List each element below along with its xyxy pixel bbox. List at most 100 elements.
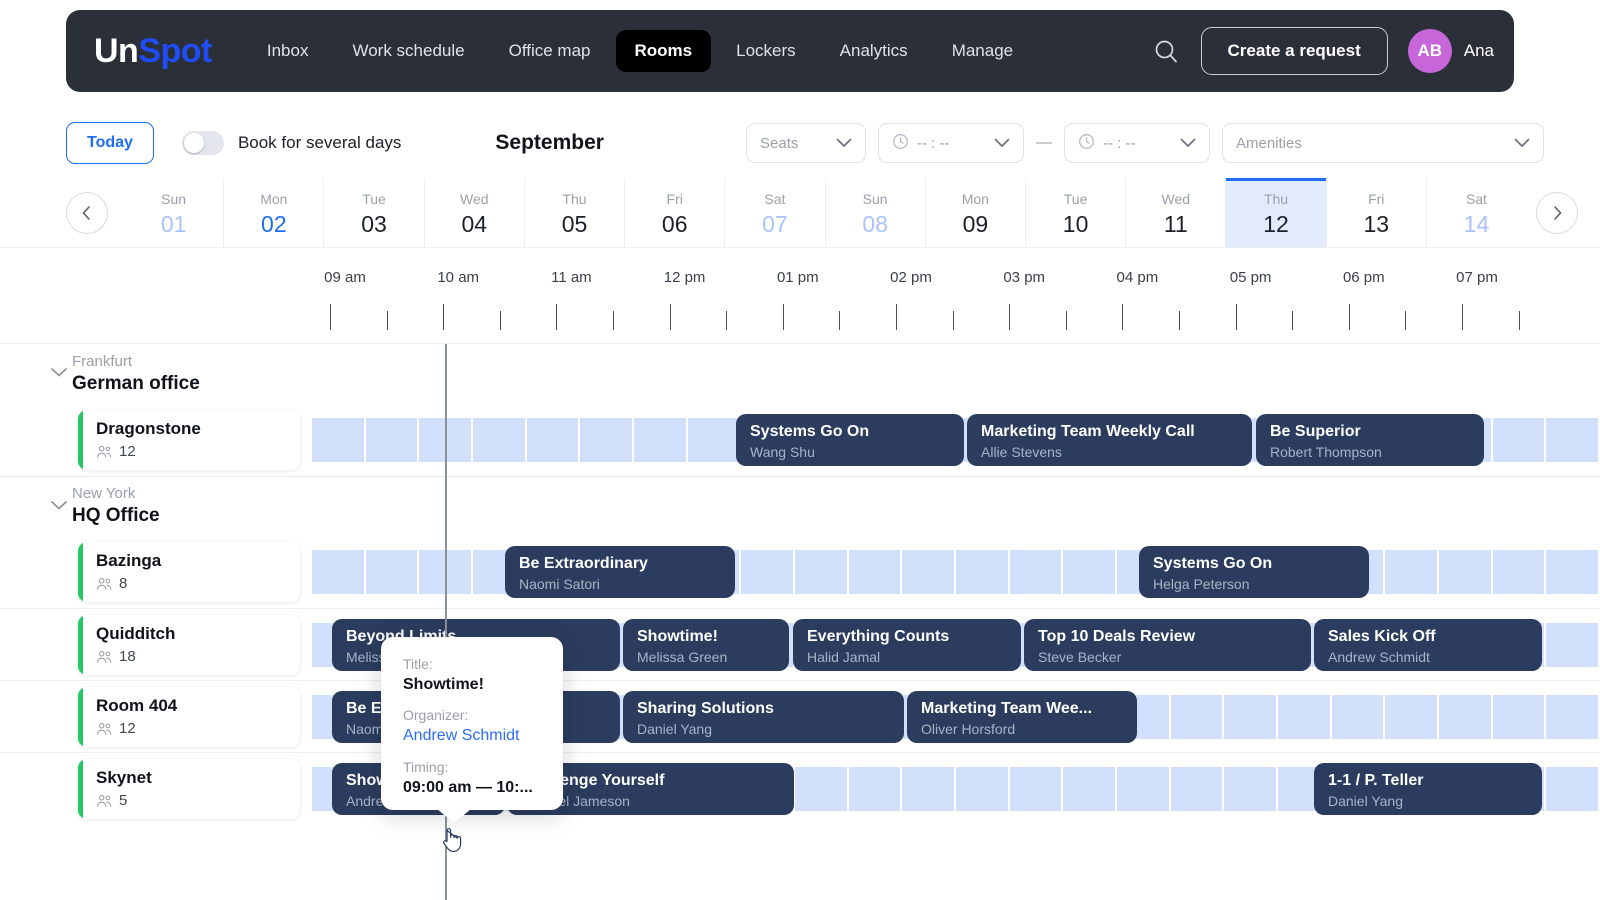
time-slot[interactable]	[1170, 767, 1223, 811]
time-slot[interactable]	[741, 550, 794, 594]
time-slot[interactable]	[1546, 623, 1599, 667]
time-slot[interactable]	[1439, 550, 1491, 594]
time-slot[interactable]	[1117, 767, 1169, 811]
day-cell-05[interactable]: Thu 05	[523, 178, 624, 247]
time-slot[interactable]	[365, 418, 418, 462]
nav-item-analytics[interactable]: Analytics	[821, 30, 927, 72]
calendar-event[interactable]: Marketing Team Weekly Call Allie Stevens	[967, 414, 1252, 466]
today-button[interactable]: Today	[66, 122, 154, 164]
day-cell-04[interactable]: Wed 04	[423, 178, 524, 247]
time-slot[interactable]	[473, 418, 525, 462]
time-slot[interactable]	[687, 418, 740, 462]
room-card-skynet[interactable]: Skynet 5	[78, 759, 300, 819]
chevron-down-icon[interactable]	[50, 498, 68, 516]
room-card-bazinga[interactable]: Bazinga 8	[78, 542, 300, 602]
book-several-days-toggle[interactable]: Book for several days	[181, 131, 401, 155]
time-slot[interactable]	[526, 418, 579, 462]
time-slot[interactable]	[580, 418, 633, 462]
time-slot[interactable]	[312, 418, 364, 462]
office-city: Frankfurt	[72, 352, 133, 370]
calendar-event[interactable]: Everything Counts Halid Jamal	[793, 619, 1021, 671]
time-slot[interactable]	[1063, 767, 1116, 811]
time-slot[interactable]	[1492, 550, 1545, 594]
amenities-select[interactable]: Amenities	[1222, 123, 1544, 163]
time-slot[interactable]	[365, 550, 418, 594]
day-cell-13[interactable]: Fri 13	[1325, 178, 1426, 247]
seats-select[interactable]: Seats	[746, 123, 866, 163]
room-card-dragonstone[interactable]: Dragonstone 12	[78, 410, 300, 470]
nav-item-lockers[interactable]: Lockers	[717, 30, 815, 72]
time-slot[interactable]	[1224, 695, 1277, 739]
prev-week-button[interactable]	[66, 191, 108, 234]
time-slot[interactable]	[1063, 550, 1116, 594]
day-cell-02[interactable]: Mon 02	[223, 178, 323, 247]
time-from-select[interactable]: -- : --	[878, 123, 1024, 163]
time-slot[interactable]	[902, 550, 955, 594]
time-slot[interactable]	[1224, 767, 1277, 811]
calendar-event[interactable]: Sales Kick Off Andrew Schmidt	[1314, 619, 1542, 671]
day-cell-01[interactable]: Sun 01	[124, 178, 223, 247]
time-slot[interactable]	[795, 550, 847, 594]
time-slot[interactable]	[1385, 550, 1438, 594]
day-cell-11[interactable]: Wed 11	[1125, 178, 1225, 247]
time-slot[interactable]	[1009, 550, 1062, 594]
calendar-event[interactable]: Sharing Solutions Daniel Yang	[623, 691, 904, 743]
time-slot[interactable]	[795, 767, 847, 811]
next-week-button[interactable]	[1536, 191, 1578, 234]
room-card-room-404[interactable]: Room 404 12	[78, 687, 300, 747]
time-slot[interactable]	[1546, 695, 1599, 739]
time-slot[interactable]	[1331, 695, 1384, 739]
time-slot[interactable]	[1546, 550, 1599, 594]
calendar-event[interactable]: Be Superior Robert Thompson	[1256, 414, 1484, 466]
day-cell-08[interactable]: Sun 08	[824, 178, 925, 247]
time-slot[interactable]	[1009, 767, 1062, 811]
time-to-select[interactable]: -- : --	[1064, 123, 1210, 163]
day-cell-14[interactable]: Sat 14	[1425, 178, 1526, 247]
day-cell-06[interactable]: Fri 06	[624, 178, 724, 247]
toggle-switch[interactable]	[181, 131, 224, 155]
nav-item-manage[interactable]: Manage	[933, 30, 1032, 72]
time-slot[interactable]	[848, 550, 901, 594]
calendar-event[interactable]: Top 10 Deals Review Steve Becker	[1024, 619, 1311, 671]
tooltip-organizer-value[interactable]: Andrew Schmidt	[403, 725, 563, 747]
time-slot[interactable]	[1546, 418, 1599, 462]
chevron-down-icon[interactable]	[50, 365, 68, 383]
time-slot[interactable]	[1439, 695, 1491, 739]
calendar-event[interactable]: Systems Go On Helga Peterson	[1139, 546, 1369, 598]
time-slot[interactable]	[902, 767, 955, 811]
nav-item-rooms[interactable]: Rooms	[615, 30, 712, 72]
user-menu[interactable]: AB Ana	[1407, 29, 1494, 73]
room-row: Skynet5Showtime!Andrew SchmidtChallenge …	[0, 752, 1600, 824]
search-icon[interactable]	[1151, 36, 1181, 66]
time-slot[interactable]	[312, 550, 364, 594]
office-group-header[interactable]: Frankfurt German office	[0, 344, 1600, 404]
time-slot[interactable]	[1170, 695, 1223, 739]
app-logo[interactable]: UnSpot	[94, 32, 212, 71]
time-slot[interactable]	[634, 418, 686, 462]
calendar-event[interactable]: Systems Go On Wang Shu	[736, 414, 964, 466]
calendar-event[interactable]: Be Extraordinary Naomi Satori	[505, 546, 735, 598]
room-card-quidditch[interactable]: Quidditch 18	[78, 615, 300, 675]
calendar-event[interactable]: Marketing Team Wee... Oliver Horsford	[907, 691, 1137, 743]
time-slot[interactable]	[848, 767, 901, 811]
day-cell-09[interactable]: Mon 09	[924, 178, 1025, 247]
day-cell-12[interactable]: Thu 12	[1225, 178, 1326, 247]
day-cell-03[interactable]: Tue 03	[323, 178, 423, 247]
time-slot[interactable]	[956, 767, 1008, 811]
office-group-header[interactable]: New York HQ Office	[0, 476, 1600, 536]
day-cell-10[interactable]: Tue 10	[1024, 178, 1125, 247]
time-slot[interactable]	[1385, 695, 1438, 739]
nav-item-work-schedule[interactable]: Work schedule	[333, 30, 483, 72]
nav-item-office-map[interactable]: Office map	[490, 30, 610, 72]
time-slot[interactable]	[956, 550, 1008, 594]
calendar-event[interactable]: Showtime! Melissa Green	[623, 619, 789, 671]
day-cell-07[interactable]: Sat 07	[724, 178, 824, 247]
time-slot[interactable]	[1492, 418, 1545, 462]
time-slot[interactable]	[1546, 767, 1599, 811]
time-slot[interactable]	[1278, 695, 1330, 739]
time-slot[interactable]	[1492, 695, 1545, 739]
event-title: Be Extraordinary	[519, 555, 648, 572]
calendar-event[interactable]: 1-1 / P. Teller Daniel Yang	[1314, 763, 1542, 815]
create-request-button[interactable]: Create a request	[1200, 27, 1388, 75]
nav-item-inbox[interactable]: Inbox	[248, 30, 328, 72]
